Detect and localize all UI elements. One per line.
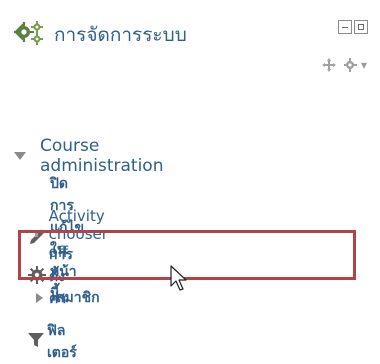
expand-right-arrow-icon[interactable] <box>36 293 43 303</box>
block-title: การจัดการระบบ <box>54 23 187 46</box>
block-header: การจัดการระบบ <box>14 20 187 50</box>
dropdown-caret-icon: ▾ <box>361 58 368 72</box>
dock-block-icon[interactable] <box>354 20 368 34</box>
members-label[interactable]: สมาชิก <box>56 287 100 309</box>
mouse-cursor-icon <box>170 265 190 297</box>
move-icon[interactable] <box>322 58 336 72</box>
course-admin-label[interactable]: Course administration <box>40 136 163 176</box>
tree-item-members[interactable]: สมาชิก <box>36 287 100 309</box>
expand-down-arrow-icon[interactable] <box>14 152 26 160</box>
filters-label[interactable]: ฟิลเตอร์ <box>47 320 77 364</box>
block-edit-controls: ▾ <box>322 58 367 72</box>
gears-icon <box>14 20 44 50</box>
tree-node-course-admin[interactable]: Course administration <box>14 136 163 176</box>
tree-item-filters[interactable]: ฟิลเตอร์ <box>28 320 77 364</box>
hide-block-icon[interactable] <box>338 20 352 34</box>
block-header-controls <box>338 20 368 34</box>
gear-menu-icon[interactable]: ▾ <box>344 58 367 72</box>
filter-icon <box>28 332 44 352</box>
